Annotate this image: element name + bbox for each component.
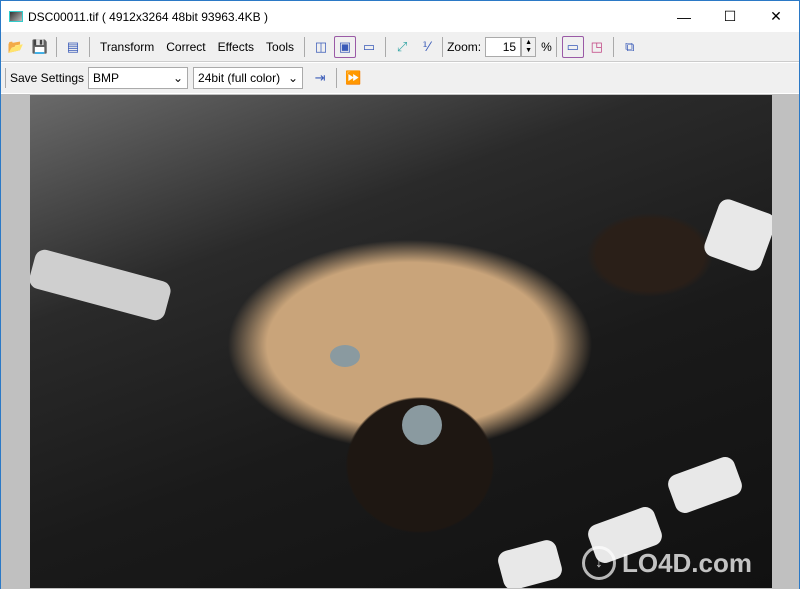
bit-depth-select[interactable]: 24bit (full color) ⌄ bbox=[193, 67, 304, 89]
zoom-label: Zoom: bbox=[447, 39, 482, 54]
image-canvas[interactable]: ↓ LO4D.com bbox=[1, 94, 799, 589]
zoom-input[interactable]: 15 bbox=[485, 36, 522, 57]
preview-view-icon[interactable]: ▭ bbox=[358, 36, 380, 58]
save-settings-label: Save Settings bbox=[10, 71, 85, 85]
split-view-icon[interactable]: ◫ bbox=[310, 36, 332, 58]
actual-size-icon[interactable]: ⅟ bbox=[415, 36, 437, 58]
original-view-icon[interactable]: ▣ bbox=[334, 35, 357, 58]
watermark: ↓ LO4D.com bbox=[581, 546, 752, 580]
document-icon[interactable]: ▤ bbox=[62, 36, 84, 58]
divider bbox=[612, 36, 614, 57]
cascade-windows-icon[interactable]: ⧉ bbox=[619, 36, 641, 58]
chevron-down-icon: ⌄ bbox=[172, 71, 184, 85]
photo-siamese-cat: ↓ LO4D.com bbox=[30, 95, 772, 588]
close-button[interactable]: ✕ bbox=[753, 1, 799, 32]
menu-transform[interactable]: Transform bbox=[94, 40, 160, 54]
main-toolbar: 📂 💾 ▤ Transform Correct Effects Tools ◫ … bbox=[1, 32, 799, 62]
minimize-button[interactable]: — bbox=[661, 1, 707, 32]
divider bbox=[442, 36, 444, 57]
divider bbox=[5, 68, 6, 88]
fit-screen-icon[interactable]: ⤢ bbox=[391, 36, 413, 58]
menu-correct[interactable]: Correct bbox=[160, 40, 211, 54]
menu-effects[interactable]: Effects bbox=[212, 40, 260, 54]
divider bbox=[56, 36, 57, 57]
divider bbox=[89, 36, 90, 57]
zoom-unit: % bbox=[541, 39, 552, 54]
open-folder-icon[interactable]: 📂 bbox=[5, 36, 27, 58]
fast-forward-icon[interactable]: ⏩ bbox=[342, 67, 364, 89]
window-title: DSC00011.tif ( 4912x3264 48bit 93963.4KB… bbox=[28, 9, 268, 24]
save-settings-bar: Save Settings BMP ⌄ 24bit (full color) ⌄ ⇥… bbox=[1, 63, 799, 93]
divider bbox=[555, 36, 557, 57]
title-bar: DSC00011.tif ( 4912x3264 48bit 93963.4KB… bbox=[1, 1, 799, 32]
panel-corner-icon[interactable]: ◳ bbox=[586, 36, 608, 58]
divider bbox=[304, 36, 306, 57]
divider bbox=[385, 36, 387, 57]
maximize-button[interactable]: ☐ bbox=[707, 1, 753, 32]
app-icon bbox=[9, 11, 23, 22]
divider bbox=[336, 68, 338, 88]
fit-width-icon[interactable]: ⇥ bbox=[309, 67, 331, 89]
zoom-stepper[interactable]: ▲ ▼ bbox=[521, 36, 537, 57]
format-select[interactable]: BMP ⌄ bbox=[88, 67, 189, 89]
save-icon[interactable]: 💾 bbox=[29, 36, 51, 58]
bit-depth-value: 24bit (full color) bbox=[198, 71, 281, 85]
panel-bottom-icon[interactable]: ▭ bbox=[561, 35, 584, 58]
menu-tools[interactable]: Tools bbox=[260, 40, 300, 54]
format-value: BMP bbox=[93, 71, 120, 85]
chevron-down-icon: ⌄ bbox=[287, 71, 299, 85]
globe-icon: ↓ bbox=[581, 546, 616, 580]
